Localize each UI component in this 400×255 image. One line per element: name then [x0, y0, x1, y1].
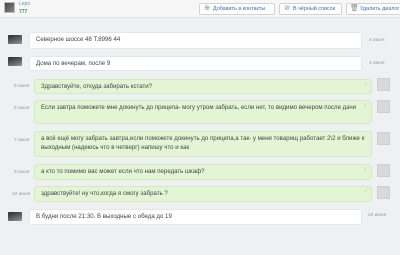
message-bubble: В будни после 21:30. В выходные с обеда … [29, 209, 362, 225]
message-time: 22 июня [12, 192, 31, 197]
own-avatar[interactable] [377, 78, 390, 91]
message-text: Если завтра поможете мне докинуть до при… [41, 104, 357, 111]
read-check-icon: ✓ [363, 102, 369, 109]
blacklist-button[interactable]: ⊘ В чёрный список [279, 3, 342, 15]
message-text: Дома по вечерам, после 9 [36, 60, 111, 67]
seller-name[interactable]: Lepo [19, 1, 30, 7]
message-time: 5 июня [14, 106, 30, 111]
add-to-contacts-button[interactable]: ⊕ Добавить в контакты [199, 3, 275, 15]
dialog-header: Lepo 777 ⊕ Добавить в контакты ⊘ В чёрны… [0, 0, 400, 18]
read-check-icon: ✓ [363, 188, 369, 195]
message-bubble: Дома по вечерам, после 9 [29, 56, 362, 71]
read-check-icon: ✓ [363, 81, 369, 88]
own-avatar[interactable] [377, 186, 390, 199]
message-time: 22 июня [368, 213, 387, 218]
delete-dialog-button[interactable]: 🗑 Удалить диалог [346, 3, 400, 15]
delete-dialog-label: Удалить диалог [360, 6, 400, 12]
sender-avatar[interactable] [8, 57, 22, 66]
message-text: а всё ещё могу забрать завтра,если помож… [41, 135, 365, 151]
trash-icon: 🗑 [350, 5, 359, 12]
message-bubble: а всё ещё могу забрать завтра,если помож… [34, 131, 372, 157]
seller-count: 777 [19, 9, 28, 15]
message-text: Северное шоссе 48 Т.8996 44 [36, 36, 121, 43]
message-time: 5 июня [14, 84, 30, 89]
blacklist-icon: ⊘ [284, 5, 290, 12]
add-to-contacts-label: Добавить в контакты [213, 6, 266, 12]
message-text: Здравствуйте, откуда забирать кстати? [41, 83, 153, 90]
read-check-icon: ✓ [363, 134, 369, 141]
own-avatar[interactable] [377, 164, 390, 177]
seller-avatar[interactable] [4, 2, 15, 13]
message-bubble: Здравствуйте, откуда забирать кстати? [34, 79, 372, 94]
read-check-icon: ✓ [363, 166, 369, 173]
message-text: В будни после 21:30. В выходные с обеда … [36, 213, 172, 220]
message-time: 4 июня [369, 38, 385, 43]
own-avatar[interactable] [377, 132, 390, 145]
message-text: а кто то помимо вас может если что нам п… [41, 168, 205, 175]
own-avatar[interactable] [377, 100, 390, 113]
sender-avatar[interactable] [8, 212, 22, 221]
message-time: 7 июня [14, 138, 30, 143]
message-bubble: Если завтра поможете мне докинуть до при… [34, 100, 372, 124]
message-time: 4 июня [369, 61, 385, 66]
sender-avatar[interactable] [8, 35, 22, 44]
blacklist-label: В чёрный список [293, 6, 335, 12]
message-bubble: Северное шоссе 48 Т.8996 44 [29, 32, 362, 49]
message-bubble: здравствуйте! ну что,когда я смогу забра… [34, 186, 372, 202]
seller-info[interactable]: Lepo 777 [4, 1, 44, 17]
message-time: 9 июня [14, 170, 30, 175]
message-bubble: а кто то помимо вас может если что нам п… [34, 164, 372, 180]
add-contact-icon: ⊕ [204, 5, 210, 12]
message-text: здравствуйте! ну что,когда я смогу забра… [41, 190, 168, 197]
